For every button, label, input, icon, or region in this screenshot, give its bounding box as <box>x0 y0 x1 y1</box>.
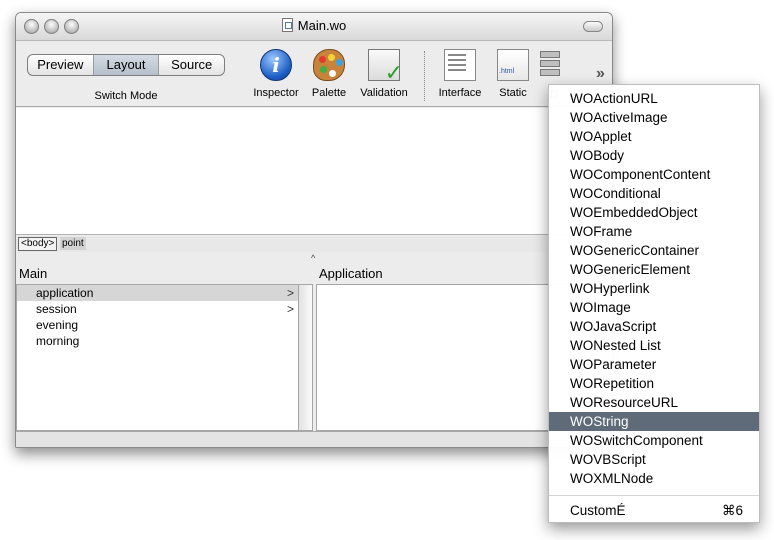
item-label: session <box>36 302 77 316</box>
menu-item[interactable]: WOXMLNode <box>549 469 759 488</box>
menu-item[interactable]: WOApplet <box>549 127 759 146</box>
element-popup-menu: WOActionURL WOActiveImage WOApplet WOBod… <box>548 84 760 523</box>
item-label: application <box>36 286 94 300</box>
palette-icon <box>313 49 345 81</box>
switch-mode-label: Switch Mode <box>94 90 158 102</box>
mode-segmented-control: Preview Layout Source <box>27 54 225 76</box>
custom-shortcut: ⌘6 <box>721 503 743 518</box>
window-title: Main.wo <box>297 18 347 33</box>
main-column-title: Main <box>19 266 48 281</box>
menu-item[interactable]: WOEmbeddedObject <box>549 203 759 222</box>
main-column-list: application > session > evening morning <box>16 284 299 431</box>
main-column-scrollbar[interactable] <box>299 284 313 431</box>
menu-item[interactable]: WOHyperlink <box>549 279 759 298</box>
title-bar[interactable]: Main.wo <box>16 13 612 41</box>
list-item[interactable]: application > <box>17 285 298 301</box>
menu-item[interactable]: WOActiveImage <box>549 108 759 127</box>
bindings-browser: Main Application application > session >… <box>16 263 612 431</box>
toolbar-toggle-button[interactable] <box>583 21 603 32</box>
item-label: morning <box>36 334 80 348</box>
menu-item[interactable]: WOJavaScript <box>549 317 759 336</box>
static-button[interactable]: .html Static <box>496 49 530 99</box>
menu-item[interactable]: WOConditional <box>549 184 759 203</box>
menu-item[interactable]: WOBody <box>549 146 759 165</box>
interface-icon <box>444 49 476 81</box>
toolbar: Preview Layout Source Switch Mode i Insp… <box>16 41 612 107</box>
menu-item[interactable]: WOImage <box>549 298 759 317</box>
interface-label: Interface <box>438 87 482 99</box>
inspector-label: Inspector <box>253 87 299 99</box>
menu-item[interactable]: WOResourceURL <box>549 393 759 412</box>
list-item[interactable]: session > <box>17 301 298 317</box>
inspector-button[interactable]: i Inspector <box>250 49 302 99</box>
validation-label: Validation <box>360 87 408 99</box>
list-item[interactable]: morning <box>17 333 298 349</box>
menu-item[interactable]: WOFrame <box>549 222 759 241</box>
menu-item[interactable]: WOSwitchComponent <box>549 431 759 450</box>
menu-item[interactable]: WOVBScript <box>549 450 759 469</box>
status-bar <box>16 431 612 447</box>
path-selection[interactable]: point <box>60 237 86 250</box>
menu-item[interactable]: WOGenericContainer <box>549 241 759 260</box>
application-column-title: Application <box>319 266 383 281</box>
main-window: Main.wo Preview Layout Source Switch Mod… <box>15 12 613 448</box>
validation-icon <box>368 49 403 86</box>
interface-button[interactable]: Interface <box>435 49 485 99</box>
custom-menu-item[interactable]: CustomÉ ⌘6 <box>549 501 759 520</box>
menu-item[interactable]: WOParameter <box>549 355 759 374</box>
menu-separator <box>549 495 759 496</box>
window-title-wrap: Main.wo <box>16 18 612 33</box>
custom-label: CustomÉ <box>570 503 626 518</box>
chevron-right-icon: > <box>286 286 294 300</box>
document-icon <box>281 18 293 32</box>
static-label: Static <box>499 87 527 99</box>
static-icon-text: .html <box>499 68 515 75</box>
palette-label: Palette <box>311 87 347 99</box>
list-item[interactable]: evening <box>17 317 298 333</box>
layout-segment[interactable]: Layout <box>93 55 160 75</box>
d-icon <box>540 51 568 83</box>
static-html-icon: .html <box>497 49 529 81</box>
element-path-bar: <body> point <box>16 236 612 252</box>
chevron-right-icon: > <box>286 302 294 316</box>
menu-item[interactable]: WOActionURL <box>549 89 759 108</box>
toolbar-separator <box>424 51 425 101</box>
validation-button[interactable]: Validation <box>356 49 412 99</box>
preview-segment[interactable]: Preview <box>28 55 94 75</box>
menu-item[interactable]: WORepetition <box>549 374 759 393</box>
info-icon: i <box>260 49 292 81</box>
layout-editor[interactable] <box>16 108 612 235</box>
item-label: evening <box>36 318 79 332</box>
palette-button[interactable]: Palette <box>309 49 349 99</box>
menu-item-highlighted[interactable]: WOString <box>549 412 759 431</box>
menu-item[interactable]: WOGenericElement <box>549 260 759 279</box>
menu-item[interactable]: WONested List <box>549 336 759 355</box>
toolbar-overflow-icon[interactable]: » <box>596 65 605 83</box>
menu-item[interactable]: WOComponentContent <box>549 165 759 184</box>
splitter-handle[interactable]: ^ <box>311 253 315 263</box>
path-body-tag[interactable]: <body> <box>18 237 58 251</box>
source-segment[interactable]: Source <box>159 55 224 75</box>
